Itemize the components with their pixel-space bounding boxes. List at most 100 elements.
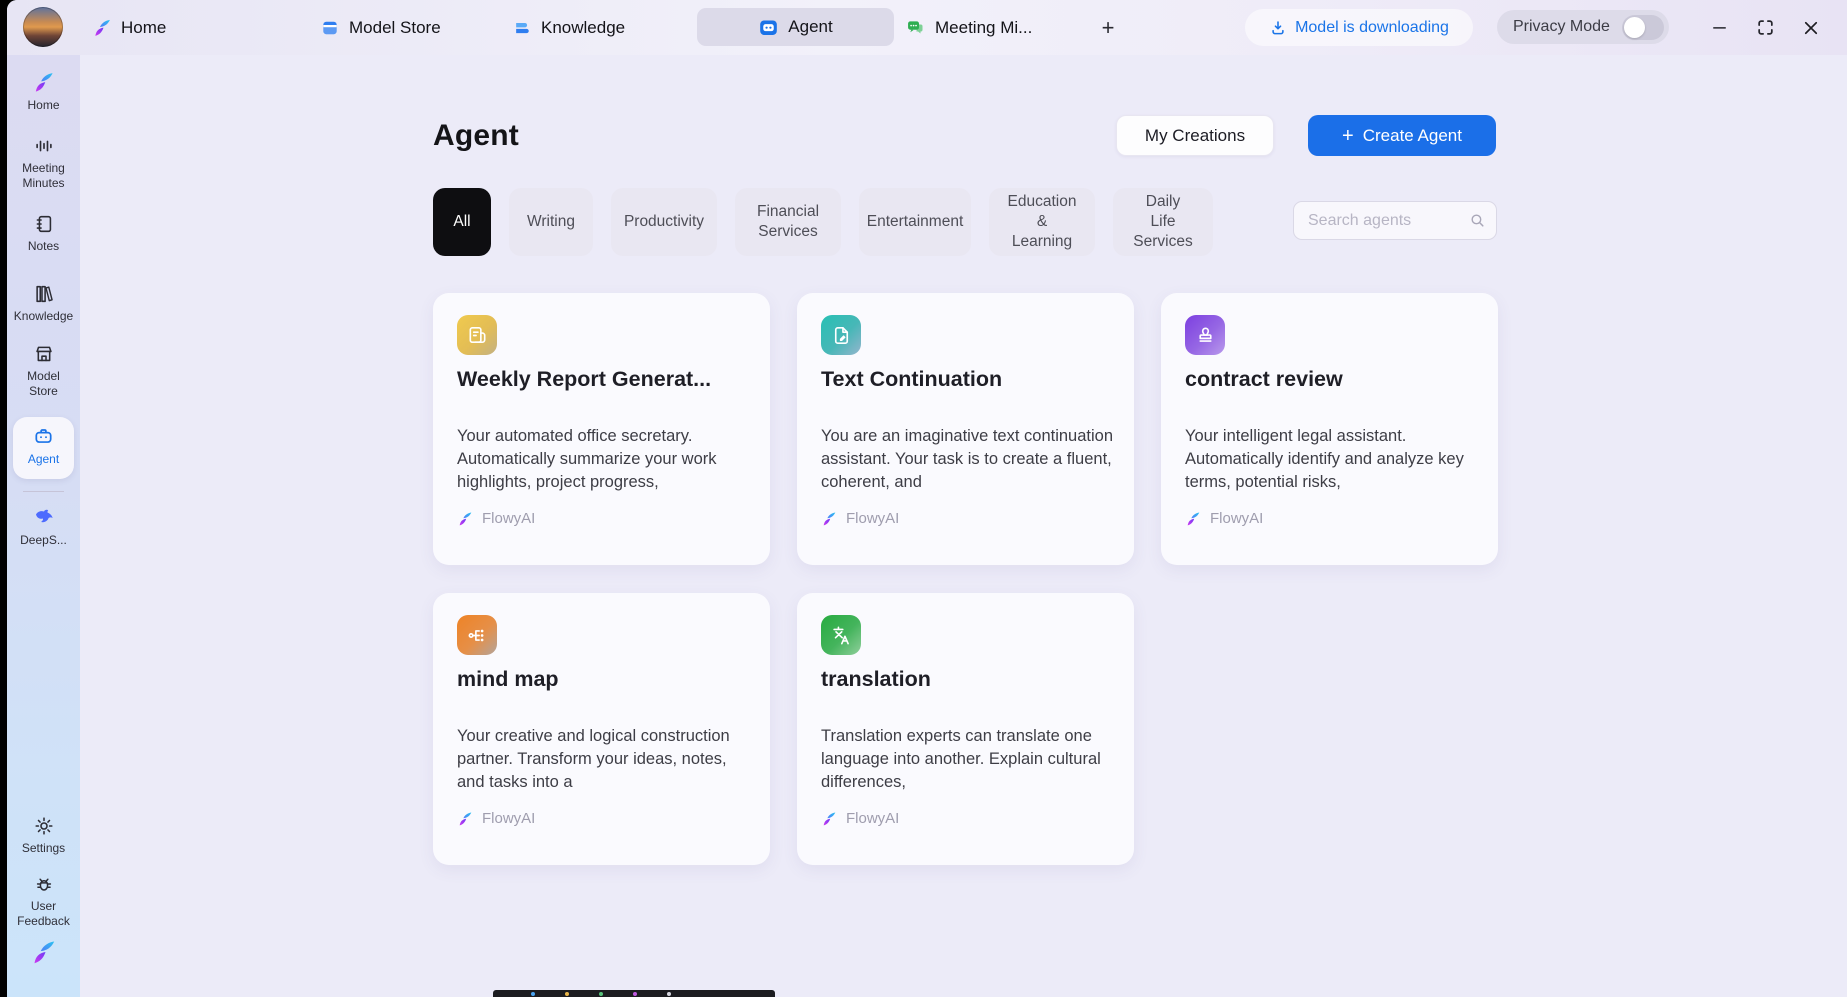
model-download-status[interactable]: Model is downloading: [1245, 9, 1473, 46]
create-agent-label: Create Agent: [1363, 126, 1462, 146]
sidebar: Home Meeting Minutes Notes Knowledge: [7, 55, 80, 997]
agent-card-text-continuation[interactable]: Text Continuation You are an imaginative…: [797, 293, 1134, 565]
sidebar-item-knowledge[interactable]: Knowledge: [7, 283, 80, 324]
card-description: Translation experts can translate one la…: [821, 725, 1113, 794]
flowy-logo-icon: [30, 939, 57, 966]
document-pen-icon: [821, 315, 861, 355]
tab-label: Agent: [788, 17, 832, 37]
tab-meeting-minutes[interactable]: Meeting Mi...: [893, 0, 1044, 55]
titlebar: Home Model Store Knowledge: [7, 0, 1847, 55]
maximize-icon: [1756, 18, 1775, 37]
category-pill-education-learning[interactable]: Education & Learning: [989, 188, 1095, 256]
flowy-logo-icon: [457, 811, 473, 827]
bug-icon: [33, 873, 55, 895]
main-content: Agent My Creations + Create Agent All Wr…: [80, 55, 1847, 997]
card-publisher: FlowyAI: [1185, 510, 1263, 527]
bookshelf-icon: [33, 283, 55, 305]
sidebar-item-user-feedback[interactable]: User Feedback: [7, 873, 80, 929]
minimize-button[interactable]: [1699, 0, 1739, 55]
taskbar-app-dot: [531, 992, 535, 996]
tab-agent[interactable]: Agent: [697, 8, 894, 46]
flowy-logo-icon: [821, 511, 837, 527]
download-icon: [1269, 19, 1287, 37]
taskbar-app-dot: [565, 992, 569, 996]
flowy-logo-icon: [821, 811, 837, 827]
taskbar-app-dot: [667, 992, 671, 996]
category-pill-entertainment[interactable]: Entertainment: [859, 188, 971, 256]
tab-knowledge[interactable]: Knowledge: [500, 0, 637, 55]
card-title: Text Continuation: [821, 367, 1113, 392]
chat-bubbles-icon: [905, 17, 926, 38]
download-status-label: Model is downloading: [1295, 19, 1449, 37]
waveform-icon: [33, 135, 55, 157]
sidebar-item-settings[interactable]: Settings: [7, 815, 80, 856]
stamp-icon: [1185, 315, 1225, 355]
privacy-mode-toggle[interactable]: Privacy Mode: [1497, 10, 1669, 44]
agent-icon: [758, 17, 779, 38]
search-box: [1293, 201, 1497, 240]
storefront-icon: [33, 343, 55, 365]
tab-label: Knowledge: [541, 18, 625, 38]
create-agent-button[interactable]: + Create Agent: [1308, 115, 1496, 156]
app-window: Home Model Store Knowledge: [7, 0, 1847, 997]
privacy-mode-label: Privacy Mode: [1513, 18, 1612, 36]
card-title: Weekly Report Generat...: [457, 367, 749, 392]
close-button[interactable]: [1791, 0, 1831, 55]
taskbar-app-dot: [633, 992, 637, 996]
report-icon: [457, 315, 497, 355]
plus-icon: +: [1342, 126, 1354, 146]
toggle-track: [1622, 15, 1664, 40]
taskbar-peek[interactable]: [493, 990, 775, 997]
close-icon: [1802, 19, 1820, 37]
category-pill-all[interactable]: All: [433, 188, 491, 256]
sidebar-item-notes[interactable]: Notes: [7, 213, 80, 254]
card-publisher: FlowyAI: [821, 810, 899, 827]
maximize-button[interactable]: [1745, 0, 1785, 55]
toggle-knob: [1624, 17, 1645, 38]
tab-label: Home: [121, 18, 166, 38]
card-title: contract review: [1185, 367, 1477, 392]
deepseek-whale-icon: [32, 505, 56, 529]
user-avatar[interactable]: [23, 7, 63, 47]
minimize-icon: [1711, 19, 1728, 36]
flowy-logo-icon: [32, 71, 55, 94]
tab-home[interactable]: Home: [80, 0, 178, 55]
new-tab-button[interactable]: +: [1090, 14, 1126, 42]
sidebar-item-deepseek[interactable]: DeepS...: [7, 505, 80, 548]
agent-card-weekly-report[interactable]: Weekly Report Generat... Your automated …: [433, 293, 770, 565]
translate-icon: [821, 615, 861, 655]
notebook-icon: [33, 213, 55, 235]
card-publisher: FlowyAI: [821, 510, 899, 527]
card-description: Your intelligent legal assistant. Automa…: [1185, 425, 1477, 494]
category-pill-productivity[interactable]: Productivity: [611, 188, 717, 256]
card-title: translation: [821, 667, 1113, 692]
gear-icon: [33, 815, 55, 837]
flowy-logo-icon: [92, 18, 112, 38]
store-icon: [320, 18, 340, 38]
card-description: Your automated office secretary. Automat…: [457, 425, 749, 494]
mind-map-icon: [457, 615, 497, 655]
search-icon: [1469, 212, 1486, 229]
sidebar-item-home[interactable]: Home: [7, 71, 80, 113]
agent-card-mind-map[interactable]: mind map Your creative and logical const…: [433, 593, 770, 865]
search-input[interactable]: [1308, 212, 1469, 230]
card-publisher: FlowyAI: [457, 810, 535, 827]
sidebar-item-agent[interactable]: [13, 417, 74, 479]
card-publisher: FlowyAI: [457, 510, 535, 527]
agent-card-translation[interactable]: translation Translation experts can tran…: [797, 593, 1134, 865]
flowy-logo-icon: [457, 511, 473, 527]
category-pill-financial-services[interactable]: Financial Services: [735, 188, 841, 256]
card-title: mind map: [457, 667, 749, 692]
card-description: You are an imaginative text continuation…: [821, 425, 1113, 494]
category-pill-writing[interactable]: Writing: [509, 188, 593, 256]
my-creations-button[interactable]: My Creations: [1116, 115, 1274, 156]
category-pill-daily-life-services[interactable]: Daily Life Services: [1113, 188, 1213, 256]
sidebar-divider: [23, 491, 64, 492]
flowy-logo-icon: [1185, 511, 1201, 527]
agent-card-contract-review[interactable]: contract review Your intelligent legal a…: [1161, 293, 1498, 565]
page-title: Agent: [433, 119, 519, 153]
sidebar-item-model-store[interactable]: Model Store: [7, 343, 80, 399]
tab-model-store[interactable]: Model Store: [308, 0, 453, 55]
sidebar-item-meeting-minutes[interactable]: Meeting Minutes: [7, 135, 80, 191]
taskbar-app-dot: [599, 992, 603, 996]
